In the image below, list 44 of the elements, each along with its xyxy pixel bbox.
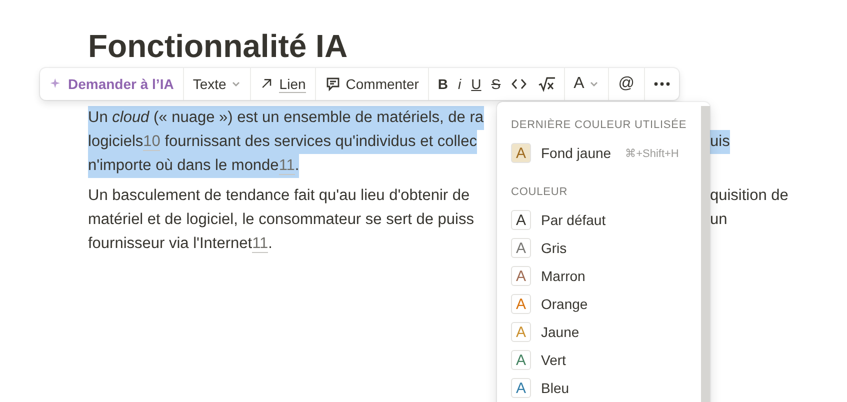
letter-swatch-icon: A (511, 266, 531, 286)
italic-button[interactable]: i (453, 70, 466, 98)
color-option[interactable]: A Fond jaune ⌘+Shift+H (497, 139, 701, 167)
scrollbar[interactable] (700, 106, 710, 402)
color-option[interactable]: A Orange (497, 290, 701, 318)
text-color-button[interactable]: A (568, 70, 604, 98)
letter-swatch-icon: A (511, 238, 531, 258)
comment-button[interactable]: Commenter (320, 70, 424, 98)
color-option[interactable]: A Par défaut (497, 206, 701, 234)
color-option[interactable]: A Gris (497, 234, 701, 262)
square-root-icon (536, 76, 555, 92)
paragraph-text: matériel et de logiciel, le consommateur se sert de puiss (88, 210, 474, 230)
section-heading: COULEUR (510, 185, 569, 200)
section-heading: DERNIÈRE COULEUR UTILISÉE (510, 118, 688, 133)
color-option[interactable]: A Marron (497, 262, 701, 290)
paragraph-text: un (710, 210, 728, 230)
letter-swatch-icon: A (511, 350, 531, 370)
letter-swatch-icon: A (511, 294, 531, 314)
color-option[interactable]: A Bleu (497, 374, 701, 402)
more-icon (654, 82, 670, 86)
paragraph-text: Un cloud (« nuage ») est un ensemble de matériels, de ra (88, 106, 484, 130)
mention-button[interactable]: @ (613, 70, 640, 98)
letter-swatch-icon: A (511, 143, 531, 163)
page-title: Fonctionnalité IA (88, 28, 349, 64)
ask-ai-button[interactable]: Demander à l’IA (44, 70, 179, 98)
letter-swatch-icon: A (511, 378, 531, 398)
chevron-icon (231, 79, 242, 89)
color-option[interactable]: A Jaune (497, 318, 701, 346)
letter-swatch-icon: A (511, 322, 531, 342)
paragraph-text: logiciels10 fournissant des services qu'individus et collec (88, 130, 477, 154)
paragraph-text: Un basculement de tendance fait qu'au lieu d'obtenir de (88, 186, 470, 206)
paragraph-text: n'importe où dans le monde11. (88, 154, 300, 178)
link-button[interactable]: Lien (255, 70, 311, 98)
paragraph-text: fournisseur via l'Internet11. (88, 234, 272, 255)
underline-button[interactable]: U (466, 70, 486, 98)
speech-bubble-icon (324, 76, 341, 92)
text-type-dropdown[interactable]: Texte (188, 70, 246, 98)
chevron-icon (589, 79, 600, 89)
color-option[interactable]: A Vert (497, 346, 701, 374)
bold-button[interactable]: B (432, 70, 454, 98)
letter-swatch-icon: A (511, 210, 531, 230)
paragraph-text: quisition de (710, 186, 788, 206)
strikethrough-button[interactable]: S (486, 70, 506, 98)
paragraph-text: uis (710, 130, 730, 154)
